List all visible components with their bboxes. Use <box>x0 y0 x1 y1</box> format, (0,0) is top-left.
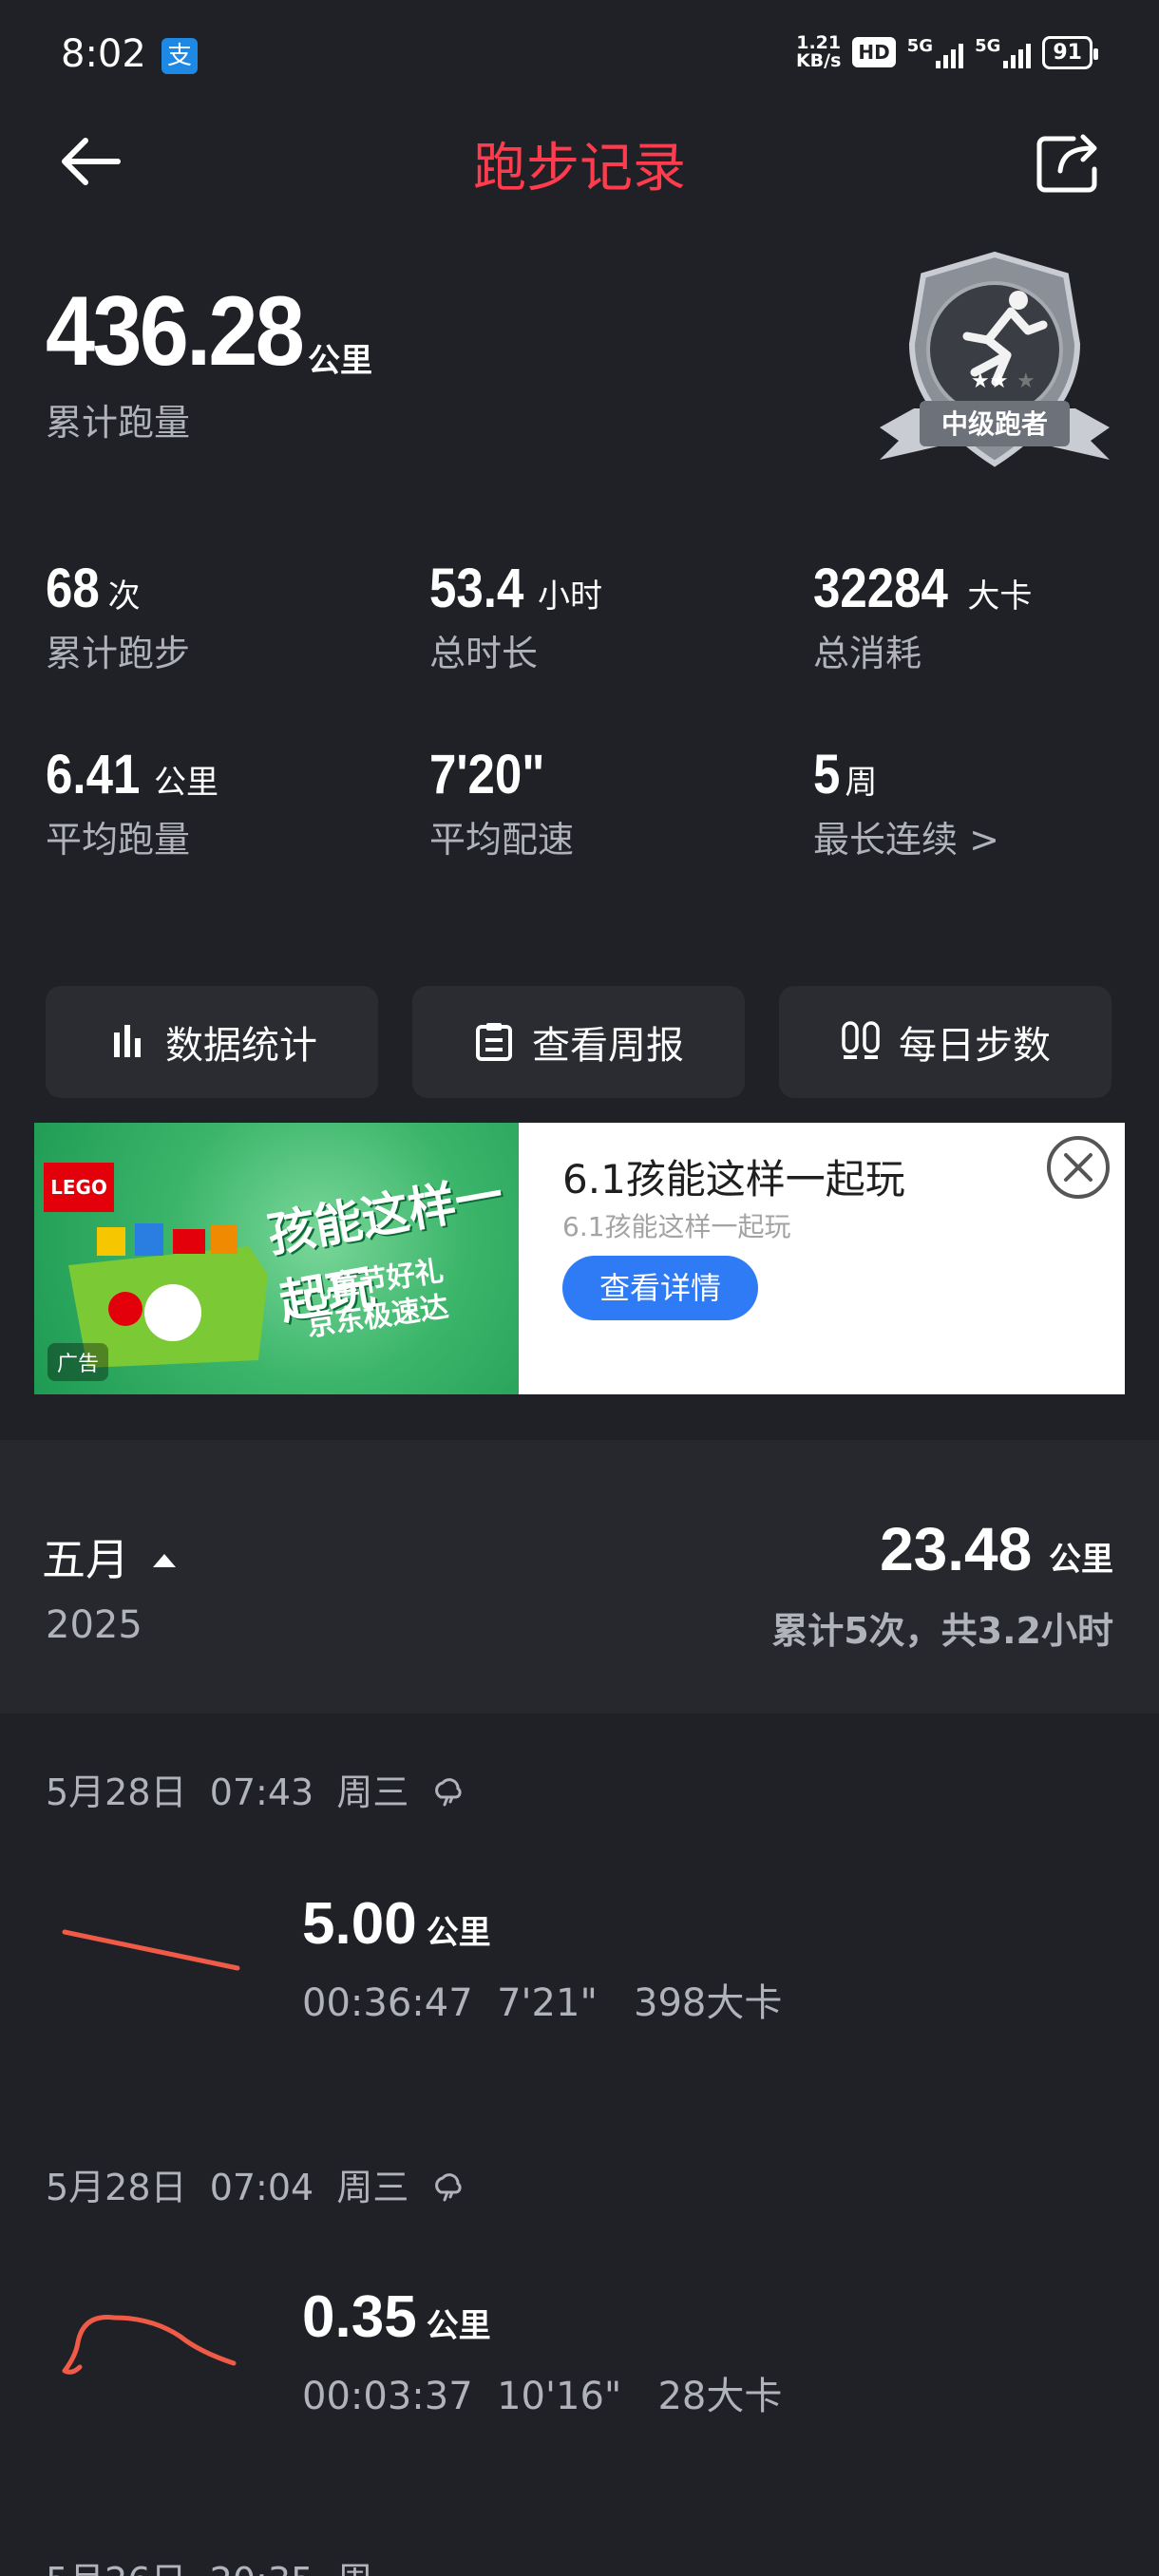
record-pace: 7'21" <box>497 1981 598 2025</box>
total-distance-label: 累计跑量 <box>46 402 191 444</box>
record-pace: 10'16" <box>497 2375 622 2418</box>
record-duration: 00:36:47 <box>302 1981 473 2025</box>
record-calories: 398大卡 <box>634 1981 783 2025</box>
stat-value: 53.4 <box>429 558 524 619</box>
stat-total-duration: 53.4 小时 总时长 <box>429 557 602 676</box>
svg-text:★★: ★★ <box>971 369 1008 393</box>
record-date-time: 07:43 <box>209 1771 314 1813</box>
record-distance-value: 5.00 <box>302 1891 417 1957</box>
ad-title[interactable]: 6.1孩能这样一起玩 <box>562 1147 905 1205</box>
stat-value: 7'20" <box>429 744 545 805</box>
status-time: 8:02 <box>61 32 146 76</box>
route-thumbnail[interactable] <box>57 2280 247 2384</box>
signal-label: 5G <box>906 36 934 56</box>
record-distance[interactable]: 0.35 公里 <box>302 2283 491 2351</box>
daily-steps-button[interactable]: 每日步数 <box>779 986 1112 1098</box>
stat-value: 6.41 <box>46 744 141 805</box>
lego-logo: LEGO <box>44 1163 114 1212</box>
year-label: 2025 <box>46 1603 142 1647</box>
record-date-day: 5月28日 <box>46 1771 187 1813</box>
data-stats-label: 数据统计 <box>165 1024 317 1068</box>
runner-level-badge[interactable]: ★★ ★ 中级跑者 <box>876 249 1113 477</box>
ad-image[interactable]: LEGO 孩能这样一起玩 儿童节好礼 京东极速达 广告 <box>34 1123 519 1394</box>
signal-icon: 5G <box>906 36 964 68</box>
record-calories: 28大卡 <box>657 2375 783 2418</box>
record-weekday: 周一 <box>336 2560 408 2576</box>
route-thumbnail[interactable] <box>57 1890 247 1995</box>
stat-value: 5 <box>813 744 841 805</box>
net-speed-unit: KB/s <box>795 50 842 71</box>
stat-label: 累计跑步 <box>46 633 191 674</box>
daily-steps-label: 每日步数 <box>899 1024 1051 1068</box>
month-name: 五月 <box>42 1534 129 1585</box>
stat-run-count: 68 次 累计跑步 <box>46 557 190 676</box>
total-distance-value: 436.28 <box>46 276 305 387</box>
record-distance[interactable]: 5.00 公里 <box>302 1890 491 1958</box>
weather-icon <box>434 1778 462 1807</box>
month-total-unit: 公里 <box>1049 1542 1113 1578</box>
stat-value: 68 <box>46 558 100 619</box>
record-duration: 00:03:37 <box>302 2375 473 2418</box>
ad-tag[interactable]: 广告 <box>48 1343 109 1381</box>
bar-chart-icon <box>114 1025 141 1057</box>
stat-label: 总消耗 <box>813 633 922 674</box>
record-date: 5月26日 20:35 周一 <box>46 2551 408 2576</box>
ad-description: 6.1孩能这样一起玩 <box>562 1211 791 1242</box>
record-details: 00:03:37 10'16" 28大卡 <box>302 2365 782 2420</box>
stat-label: 最长连续 > <box>813 819 999 861</box>
stat-unit: 次 <box>107 578 141 616</box>
record-date: 5月28日 07:43 周三 <box>46 1763 465 1815</box>
record-date-day: 5月26日 <box>46 2560 187 2576</box>
stat-total-calories: 32284 大卡 总消耗 <box>813 557 1032 676</box>
status-icons: 1.21 KB/s HD 5G 5G 91 <box>796 34 1098 70</box>
record-distance-value: 0.35 <box>302 2284 417 2350</box>
ad-banner[interactable]: LEGO 孩能这样一起玩 儿童节好礼 京东极速达 广告 6.1孩能这样一起玩 6… <box>34 1123 1125 1394</box>
alipay-icon: 支 <box>162 38 198 74</box>
month-total: 23.48 公里 <box>880 1514 1113 1584</box>
hd-icon: HD <box>852 37 896 67</box>
share-icon[interactable] <box>1036 131 1102 194</box>
weather-icon <box>434 2173 462 2202</box>
signal-icon-2: 5G <box>975 36 1032 68</box>
record-distance-unit: 公里 <box>426 1915 491 1951</box>
record-date: 5月28日 07:04 周三 <box>46 2158 465 2210</box>
record-distance-unit: 公里 <box>426 2308 491 2344</box>
stat-unit: 大卡 <box>967 578 1033 616</box>
weekly-report-button[interactable]: 查看周报 <box>412 986 745 1098</box>
footprints-icon <box>842 1021 880 1059</box>
stat-label: 总时长 <box>429 633 539 674</box>
close-icon[interactable] <box>1045 1134 1112 1201</box>
record-details: 00:36:47 7'21" 398大卡 <box>302 1972 782 2027</box>
stat-average-pace: 7'20" 平均配速 <box>429 743 574 862</box>
total-distance-unit: 公里 <box>308 342 372 380</box>
month-summary: 累计5次，共3.2小时 <box>771 1610 1113 1652</box>
clipboard-icon <box>476 1023 512 1061</box>
stat-unit: 周 <box>845 764 878 802</box>
page-title: 跑步记录 <box>473 138 686 199</box>
stat-label: 平均跑量 <box>46 819 191 861</box>
ad-details-button[interactable]: 查看详情 <box>562 1256 758 1320</box>
record-date-time: 20:35 <box>210 2560 314 2576</box>
record-date-time: 07:04 <box>209 2167 314 2208</box>
stat-unit: 小时 <box>537 578 602 616</box>
signal-label-2: 5G <box>975 36 1001 56</box>
data-stats-button[interactable]: 数据统计 <box>46 986 378 1098</box>
caret-up-icon <box>152 1554 176 1567</box>
svg-text:★: ★ <box>1016 369 1036 393</box>
battery-icon: 91 <box>1042 35 1098 69</box>
weekly-report-label: 查看周报 <box>532 1024 684 1068</box>
record-date-day: 5月28日 <box>46 2167 187 2208</box>
stat-longest-streak[interactable]: 5 周 最长连续 > <box>813 743 999 862</box>
month-total-value: 23.48 <box>880 1515 1033 1583</box>
badge-label: 中级跑者 <box>941 408 1048 440</box>
stat-unit: 公里 <box>153 764 218 802</box>
stat-average-distance: 6.41 公里 平均跑量 <box>46 743 218 862</box>
record-weekday: 周三 <box>336 2167 409 2208</box>
net-speed: 1.21 KB/s <box>796 34 841 70</box>
stat-label: 平均配速 <box>429 819 575 861</box>
month-selector[interactable]: 五月 <box>42 1525 178 1588</box>
record-weekday: 周三 <box>336 1771 409 1813</box>
stat-value: 32284 <box>813 558 948 619</box>
